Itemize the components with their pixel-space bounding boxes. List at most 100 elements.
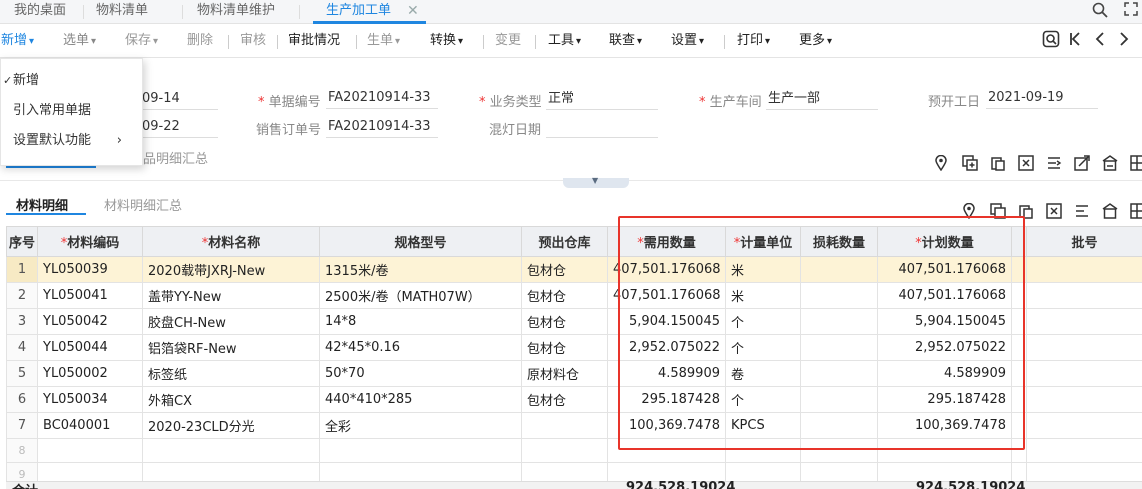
- cell-material-code[interactable]: BC040001: [37, 412, 143, 439]
- cell-required-qty[interactable]: 5,904.150045: [607, 308, 726, 335]
- cell-warehouse[interactable]: 包材仓: [521, 282, 608, 309]
- col-header-unit[interactable]: *计量单位: [725, 226, 801, 257]
- mix-date-field[interactable]: [546, 118, 658, 138]
- settings-button[interactable]: 设置 ▾: [671, 24, 704, 58]
- tab-close-icon[interactable]: ✕: [407, 0, 419, 22]
- col-header-loss-qty[interactable]: 损耗数量: [800, 226, 878, 257]
- collapse-handle[interactable]: ▼: [563, 176, 629, 188]
- tab-bom-maintenance[interactable]: 物料清单维护: [197, 0, 275, 24]
- tab-material-summary[interactable]: 材料明细汇总: [104, 195, 182, 214]
- cell-unit[interactable]: KPCS: [725, 412, 801, 439]
- filter-icon[interactable]: [1046, 155, 1062, 175]
- grid-layout-icon[interactable]: [1130, 155, 1142, 175]
- save-button[interactable]: 保存 ▾: [125, 24, 158, 58]
- cell-unit[interactable]: 米: [725, 282, 801, 309]
- table-row[interactable]: 2 YL050041 盖带YY-New 2500米/卷（MATH07W） 包材仓…: [6, 282, 1142, 309]
- cell-required-qty[interactable]: 407,501.176068: [607, 256, 726, 283]
- cell-spec[interactable]: 42*45*0.16: [319, 334, 522, 361]
- cell-empty[interactable]: [37, 438, 143, 463]
- cell-spec[interactable]: 1315米/卷: [319, 256, 522, 283]
- warehouse-icon[interactable]: [1102, 155, 1118, 175]
- cell-spec[interactable]: 440*410*285: [319, 386, 522, 413]
- new-button[interactable]: 新增 ▾: [1, 24, 34, 58]
- tools-button[interactable]: 工具 ▾: [548, 24, 581, 58]
- cell-material-code[interactable]: YL050034: [37, 386, 143, 413]
- cell-warehouse[interactable]: 包材仓: [521, 256, 608, 283]
- tab-bom[interactable]: 物料清单: [96, 0, 148, 24]
- table-row[interactable]: 7 BC040001 2020-23CLD分光 全彩 100,369.7478 …: [6, 412, 1142, 439]
- cell-required-qty[interactable]: 295.187428: [607, 386, 726, 413]
- table-row[interactable]: 3 YL050042 胶盘CH-New 14*8 包材仓 5,904.15004…: [6, 308, 1142, 335]
- cell-loss-qty[interactable]: [800, 386, 878, 413]
- cell-empty[interactable]: [319, 438, 522, 463]
- col-header-material-name[interactable]: *材料名称: [142, 226, 320, 257]
- table-row[interactable]: 1 YL050039 2020载带JXRJ-New 1315米/卷 包材仓 40…: [6, 256, 1142, 283]
- cell-material-name[interactable]: 外箱CX: [142, 386, 320, 413]
- menu-item-import-template[interactable]: 引入常用单据: [1, 97, 144, 125]
- approval-status-button[interactable]: 审批情况: [288, 24, 340, 58]
- cell-spec[interactable]: 50*70: [319, 360, 522, 387]
- paste-row-icon[interactable]: [990, 155, 1006, 175]
- cell-material-code[interactable]: YL050041: [37, 282, 143, 309]
- cell-loss-qty[interactable]: [800, 334, 878, 361]
- next-record-icon[interactable]: [1118, 30, 1130, 53]
- cell-planned-qty[interactable]: 407,501.176068: [877, 256, 1012, 283]
- location-icon[interactable]: [935, 154, 947, 175]
- cell-batch[interactable]: [1026, 334, 1142, 361]
- grid-layout-icon[interactable]: [1130, 203, 1142, 223]
- tab-desktop[interactable]: 我的桌面: [14, 0, 66, 24]
- select-button[interactable]: 选单 ▾: [63, 24, 96, 58]
- delete-button[interactable]: 删除: [187, 24, 213, 58]
- cell-empty[interactable]: [607, 438, 726, 463]
- search-icon[interactable]: [1092, 2, 1108, 22]
- location-icon[interactable]: [963, 202, 975, 223]
- cell-planned-qty[interactable]: 295.187428: [877, 386, 1012, 413]
- filter-icon[interactable]: [1074, 203, 1090, 223]
- cell-planned-qty[interactable]: 2,952.075022: [877, 334, 1012, 361]
- audit-button[interactable]: 审核: [240, 24, 266, 58]
- sales-order-field[interactable]: FA20210914-33: [326, 118, 438, 138]
- previous-record-icon[interactable]: [1094, 30, 1106, 53]
- col-header-spec[interactable]: 规格型号: [319, 226, 522, 257]
- query-button[interactable]: 联查 ▾: [609, 24, 642, 58]
- cell-spec[interactable]: 全彩: [319, 412, 522, 439]
- cell-batch[interactable]: [1026, 282, 1142, 309]
- cell-unit[interactable]: 米: [725, 256, 801, 283]
- first-record-icon[interactable]: [1069, 30, 1081, 53]
- cell-loss-qty[interactable]: [800, 412, 878, 439]
- cell-planned-qty[interactable]: 407,501.176068: [877, 282, 1012, 309]
- cell-required-qty[interactable]: 407,501.176068: [607, 282, 726, 309]
- cell-material-name[interactable]: 盖带YY-New: [142, 282, 320, 309]
- cell-warehouse[interactable]: 包材仓: [521, 308, 608, 335]
- cell-material-name[interactable]: 胶盘CH-New: [142, 308, 320, 335]
- cell-planned-qty[interactable]: 4.589909: [877, 360, 1012, 387]
- cell-loss-qty[interactable]: [800, 256, 878, 283]
- change-button[interactable]: 变更: [495, 24, 521, 58]
- col-header-planned-qty[interactable]: *计划数量: [877, 226, 1012, 257]
- cell-spec[interactable]: 2500米/卷（MATH07W）: [319, 282, 522, 309]
- table-row[interactable]: 5 YL050002 标签纸 50*70 原材料仓 4.589909 卷 4.5…: [6, 360, 1142, 387]
- cell-warehouse[interactable]: 包材仓: [521, 334, 608, 361]
- business-type-field[interactable]: 正常: [546, 90, 658, 110]
- delete-row-icon[interactable]: [1046, 203, 1062, 223]
- planned-start-field[interactable]: 2021-09-19: [986, 89, 1098, 109]
- cell-material-name[interactable]: 铝箔袋RF-New: [142, 334, 320, 361]
- col-header-batch[interactable]: 批号: [1026, 226, 1142, 257]
- cell-empty[interactable]: [800, 438, 878, 463]
- cell-empty[interactable]: [725, 438, 801, 463]
- cell-batch[interactable]: [1026, 386, 1142, 413]
- cell-spec[interactable]: 14*8: [319, 308, 522, 335]
- cell-batch[interactable]: [1026, 412, 1142, 439]
- cell-batch[interactable]: [1026, 256, 1142, 283]
- cell-empty[interactable]: [142, 438, 320, 463]
- table-row[interactable]: 4 YL050044 铝箔袋RF-New 42*45*0.16 包材仓 2,95…: [6, 334, 1142, 361]
- cell-unit[interactable]: 卷: [725, 360, 801, 387]
- cell-unit[interactable]: 个: [725, 334, 801, 361]
- table-row-empty[interactable]: 8: [6, 438, 1142, 463]
- cell-material-code[interactable]: YL050002: [37, 360, 143, 387]
- col-header-warehouse[interactable]: 预出仓库: [521, 226, 608, 257]
- copy-row-icon[interactable]: [990, 203, 1006, 223]
- generate-order-button[interactable]: 生单 ▾: [367, 24, 400, 58]
- cell-planned-qty[interactable]: 100,369.7478: [877, 412, 1012, 439]
- print-button[interactable]: 打印 ▾: [737, 24, 770, 58]
